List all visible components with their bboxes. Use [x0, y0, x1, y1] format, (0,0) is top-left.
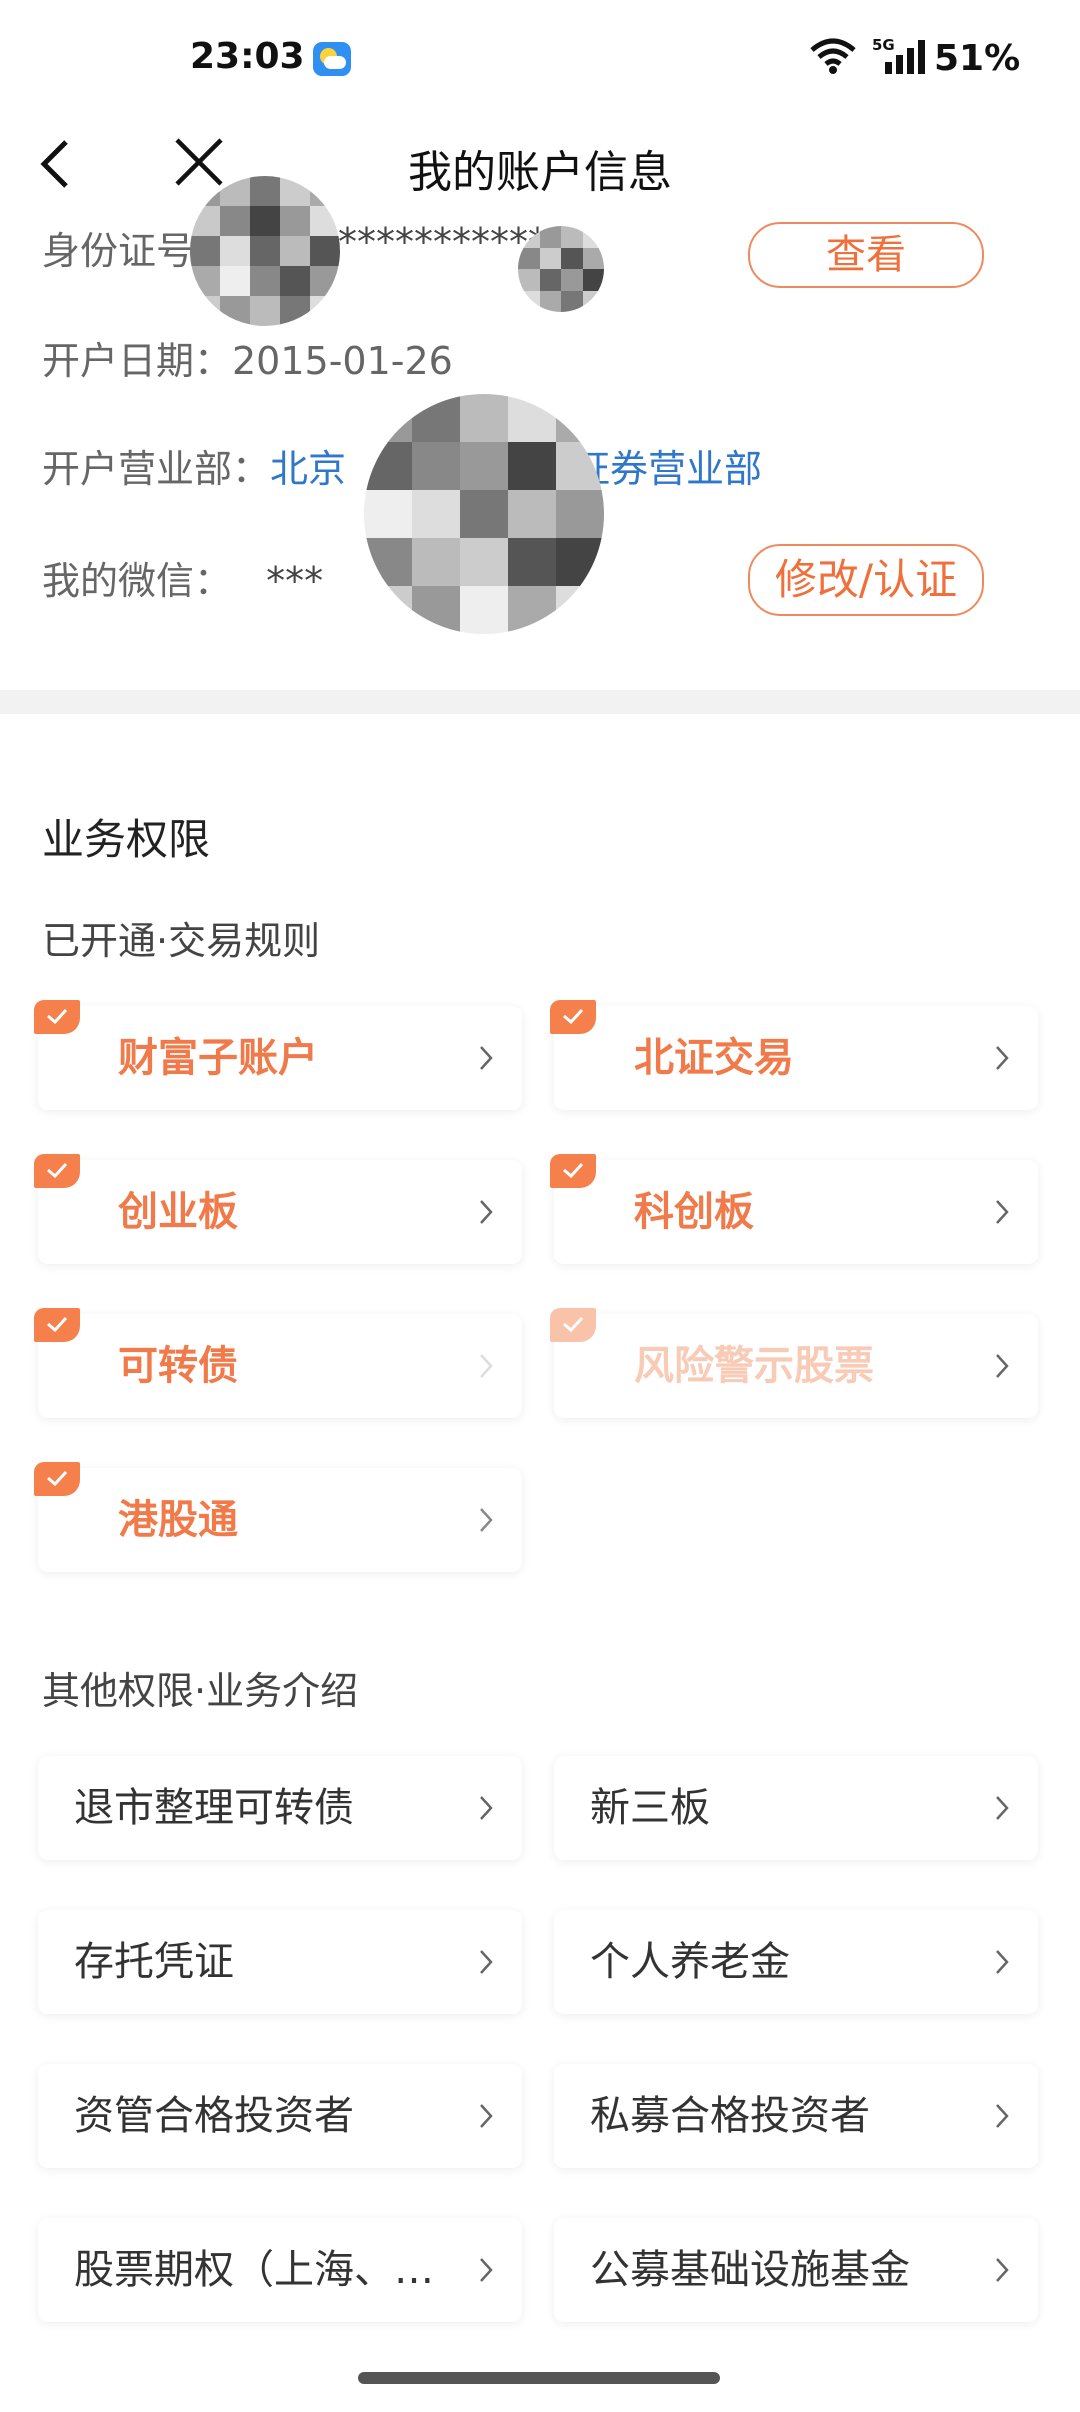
status-time: 23:03 [190, 36, 305, 77]
chevron-right-icon [480, 1200, 493, 1224]
chevron-right-icon [480, 1046, 493, 1070]
card-label: 北证交易 [634, 1035, 794, 1081]
privacy-mosaic [364, 394, 604, 634]
branch-label: 开户营业部： [42, 447, 271, 491]
branch-link-start[interactable]: 北京 [270, 447, 346, 491]
chevron-right-icon [480, 1796, 493, 1820]
home-indicator[interactable] [358, 2372, 720, 2384]
checked-icon [550, 1154, 596, 1188]
checked-icon [34, 1308, 80, 1342]
card-label: 存托凭证 [74, 1939, 234, 1985]
permission-card-star-market[interactable]: 科创板 [550, 1154, 1038, 1264]
permission-card-risk-warning-stocks[interactable]: 风险警示股票 [550, 1308, 1038, 1418]
chevron-right-icon [996, 1046, 1009, 1070]
signal-icon [885, 40, 925, 74]
checked-icon [550, 1308, 596, 1342]
wechat-row: 我的微信： *** [42, 550, 323, 605]
view-id-button[interactable]: 查看 [748, 222, 984, 288]
permission-card-chinext[interactable]: 创业板 [34, 1154, 522, 1264]
battery-level: 51% [934, 38, 1021, 79]
checked-icon [34, 1154, 80, 1188]
id-number-label: 身份证号 [42, 229, 195, 273]
card-label: 新三板 [590, 1785, 710, 1831]
wechat-value: *** [266, 559, 324, 603]
privacy-mosaic [190, 176, 340, 326]
permission-card-wealth-subaccount[interactable]: 财富子账户 [34, 1000, 522, 1110]
card-label: 私募合格投资者 [590, 2093, 870, 2139]
card-label: 退市整理可转债 [74, 1785, 354, 1831]
permission-card-bse-trading[interactable]: 北证交易 [550, 1000, 1038, 1110]
checked-icon [34, 1000, 80, 1034]
card-label: 股票期权（上海、… [74, 2247, 434, 2293]
permission-card-personal-pension[interactable]: 个人养老金 [554, 1910, 1038, 2014]
chevron-right-icon [996, 2104, 1009, 2128]
checked-icon [550, 1000, 596, 1034]
chevron-right-icon [996, 1950, 1009, 1974]
permission-card-depositary-receipts[interactable]: 存托凭证 [38, 1910, 522, 2014]
card-label: 创业板 [118, 1189, 238, 1235]
permission-card-hk-connect[interactable]: 港股通 [34, 1462, 522, 1572]
card-label: 可转债 [118, 1343, 238, 1389]
chevron-right-icon [480, 1950, 493, 1974]
chevron-right-icon [996, 1354, 1009, 1378]
id-number-value: *********** [338, 220, 547, 264]
chevron-right-icon [480, 1354, 493, 1378]
branch-row: 开户营业部：北京 证券营业部 [42, 438, 762, 493]
privacy-mosaic [518, 226, 604, 312]
checked-icon [34, 1462, 80, 1496]
chevron-right-icon [480, 2104, 493, 2128]
permission-card-convertible-bonds[interactable]: 可转债 [34, 1308, 522, 1418]
weather-icon [313, 42, 351, 76]
wechat-label: 我的微信： [42, 559, 233, 603]
card-label: 资管合格投资者 [74, 2093, 354, 2139]
card-label: 科创板 [634, 1189, 754, 1235]
section-divider [0, 690, 1080, 714]
card-label: 公募基础设施基金 [590, 2247, 910, 2293]
opened-rules-title: 已开通·交易规则 [42, 919, 321, 963]
wifi-icon [810, 38, 856, 74]
open-date: 开户日期：2015-01-26 [42, 339, 453, 383]
edit-wechat-button[interactable]: 修改/认证 [748, 544, 984, 616]
id-number-row: 身份证号 *********** [42, 220, 547, 275]
permission-card-public-reits[interactable]: 公募基础设施基金 [554, 2218, 1038, 2322]
chevron-right-icon [480, 2258, 493, 2282]
permission-card-asset-mgmt-qualified[interactable]: 资管合格投资者 [38, 2064, 522, 2168]
permission-card-private-fund-qualified[interactable]: 私募合格投资者 [554, 2064, 1038, 2168]
permission-card-delisting-convertible[interactable]: 退市整理可转债 [38, 1756, 522, 1860]
section-title-permissions: 业务权限 [42, 815, 211, 864]
permission-card-neeq[interactable]: 新三板 [554, 1756, 1038, 1860]
chevron-right-icon [996, 1200, 1009, 1224]
card-label: 港股通 [118, 1497, 238, 1543]
card-label: 个人养老金 [590, 1939, 790, 1985]
other-permissions-title: 其他权限·业务介绍 [42, 1669, 359, 1713]
card-label: 风险警示股票 [634, 1343, 874, 1389]
permission-card-stock-options[interactable]: 股票期权（上海、… [38, 2218, 522, 2322]
chevron-right-icon [996, 1796, 1009, 1820]
chevron-right-icon [996, 2258, 1009, 2282]
page-title: 我的账户信息 [408, 147, 672, 198]
chevron-right-icon [480, 1508, 493, 1532]
card-label: 财富子账户 [118, 1035, 318, 1081]
